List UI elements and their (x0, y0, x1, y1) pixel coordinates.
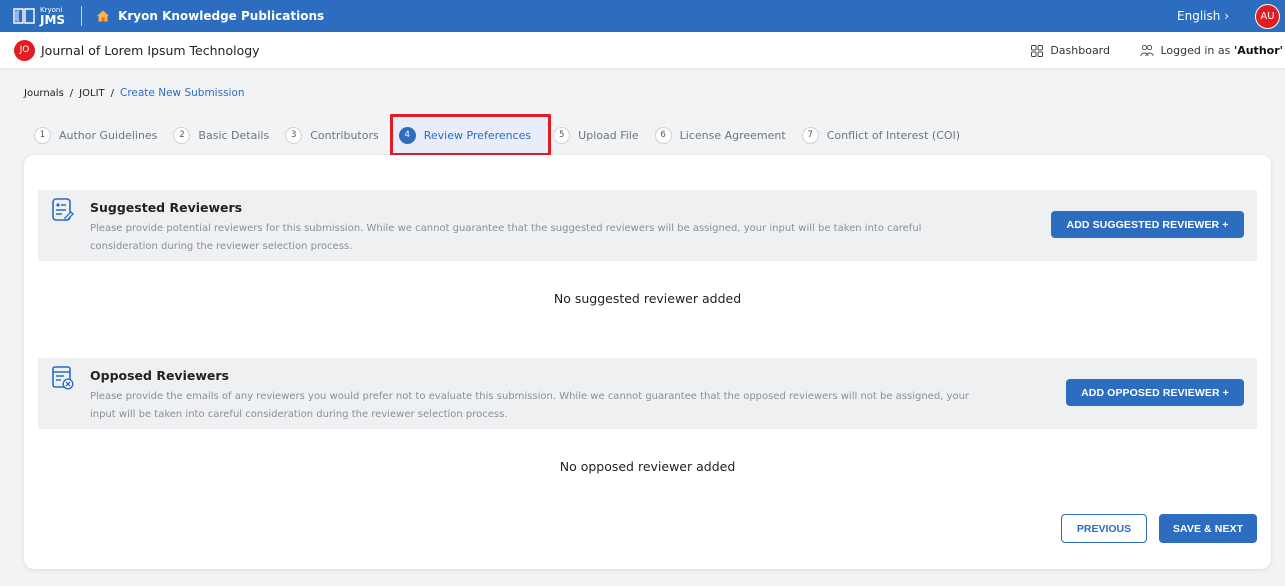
previous-button[interactable]: PREVIOUS (1061, 514, 1147, 543)
logged-role: 'Author' (1233, 44, 1283, 57)
users-icon (1140, 44, 1155, 57)
suggested-empty-message: No suggested reviewer added (553, 291, 742, 306)
journal-bar: JO Journal of Lorem Ipsum Technology Das… (0, 32, 1285, 68)
journal-avatar: JO (14, 39, 35, 61)
logged-prefix: Logged in as (1160, 44, 1234, 57)
breadcrumb-jolit[interactable]: JOLIT (79, 88, 104, 99)
section-description: Please provide the emails of any reviewe… (90, 391, 970, 420)
divider (81, 6, 83, 26)
logged-in-status[interactable]: Logged in as 'Author' (1140, 44, 1283, 57)
step-basic-details[interactable]: 2 Basic Details (173, 126, 270, 144)
language-selector[interactable]: English › (1177, 9, 1229, 23)
step-label: Review Preferences (423, 128, 532, 142)
breadcrumb: Journals / JOLIT / Create New Submission (24, 87, 245, 99)
step-label: Author Guidelines (59, 128, 158, 142)
step-conflict-of-interest[interactable]: 7 Conflict of Interest (COI) (801, 126, 961, 144)
top-nav-bar: Kryoni JMS Kryon Knowledge Publications … (0, 0, 1285, 32)
step-label: License Agreement (679, 128, 786, 142)
step-number: 6 (654, 126, 672, 144)
reviewer-list-icon (52, 198, 74, 221)
review-preferences-card: Suggested Reviewers Please provide poten… (24, 155, 1271, 569)
publisher-name[interactable]: Kryon Knowledge Publications (118, 9, 324, 23)
user-avatar[interactable]: AU (1255, 4, 1280, 29)
section-title: Suggested Reviewers (90, 200, 243, 215)
opposed-empty-message: No opposed reviewer added (559, 459, 736, 474)
step-number: 4 (398, 126, 416, 144)
add-suggested-reviewer-button[interactable]: ADD SUGGESTED REVIEWER + (1051, 211, 1244, 238)
step-review-preferences[interactable]: 4 Review Preferences (398, 126, 532, 144)
submission-steps: 1 Author Guidelines 2 Basic Details 3 Co… (34, 120, 976, 150)
section-title: Opposed Reviewers (90, 368, 229, 383)
step-author-guidelines[interactable]: 1 Author Guidelines (34, 126, 158, 144)
step-label: Basic Details (198, 128, 270, 142)
add-opposed-reviewer-button[interactable]: ADD OPPOSED REVIEWER + (1066, 379, 1244, 406)
journal-title: Journal of Lorem Ipsum Technology (41, 42, 260, 58)
app-logo[interactable]: Kryoni JMS (12, 6, 65, 26)
breadcrumb-separator: / (69, 87, 74, 99)
step-number: 3 (285, 126, 303, 144)
logo-big-text: JMS (40, 12, 66, 27)
step-number: 1 (34, 126, 51, 144)
step-label: Conflict of Interest (COI) (826, 128, 961, 142)
dashboard-label: Dashboard (1050, 44, 1110, 57)
step-label: Contributors (310, 128, 379, 142)
step-number: 7 (801, 126, 819, 144)
home-icon[interactable] (96, 9, 110, 23)
opposed-reviewers-section: Opposed Reviewers Please provide the ema… (38, 358, 1257, 429)
reviewer-remove-icon (52, 366, 74, 390)
breadcrumb-separator: / (110, 87, 114, 99)
breadcrumb-current: Create New Submission (120, 87, 245, 99)
breadcrumb-journals[interactable]: Journals (24, 88, 64, 99)
step-number: 2 (173, 126, 191, 144)
section-description: Please provide potential reviewers for t… (90, 223, 922, 252)
grid-icon (1031, 44, 1044, 57)
suggested-reviewers-section: Suggested Reviewers Please provide poten… (38, 190, 1257, 261)
save-next-button[interactable]: SAVE & NEXT (1159, 514, 1257, 543)
book-icon (13, 8, 35, 24)
step-license-agreement[interactable]: 6 License Agreement (654, 126, 786, 144)
step-number: 5 (553, 126, 571, 144)
step-label: Upload File (578, 128, 639, 142)
dashboard-link[interactable]: Dashboard (1031, 44, 1110, 57)
step-contributors[interactable]: 3 Contributors (285, 126, 379, 144)
step-upload-file[interactable]: 5 Upload File (553, 126, 639, 144)
